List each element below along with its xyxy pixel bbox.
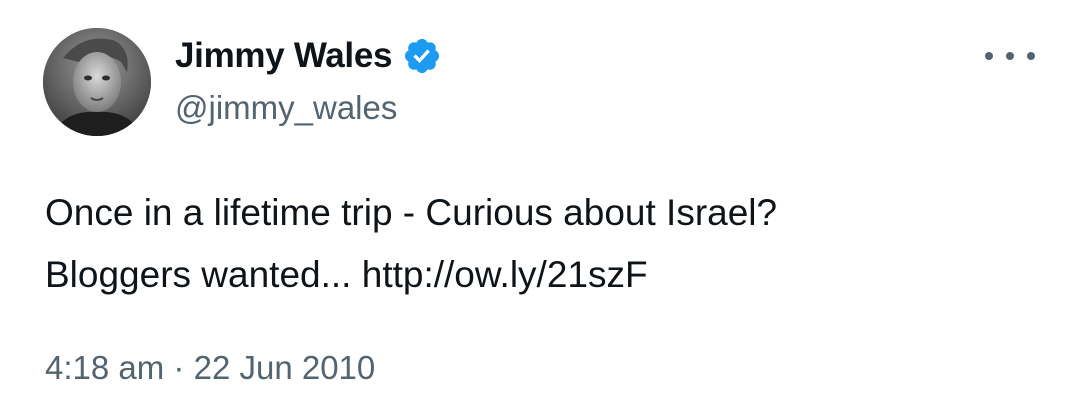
display-name[interactable]: Jimmy Wales [175, 34, 392, 78]
tweet-text-line-1: Once in a lifetime trip - Curious about … [45, 192, 778, 233]
tweet-time: 4:18 am [45, 349, 165, 386]
more-options-button[interactable] [985, 42, 1035, 70]
more-options-icon [985, 52, 993, 60]
profile-photo-icon [43, 28, 151, 136]
more-options-icon [1027, 52, 1035, 60]
tweet-text: Once in a lifetime trip - Curious about … [45, 182, 1045, 306]
avatar[interactable] [43, 28, 151, 136]
tweet-text-prefix: Bloggers wanted... [45, 254, 362, 295]
tweet-timestamp[interactable]: 4:18 am · 22 Jun 2010 [45, 346, 375, 390]
tweet-link[interactable]: http://ow.ly/21szF [362, 254, 648, 295]
more-options-icon [1006, 52, 1014, 60]
tweet-text-line-2: Bloggers wanted... http://ow.ly/21szF [45, 244, 1045, 306]
meta-separator: · [173, 349, 185, 386]
user-handle[interactable]: @jimmy_wales [175, 86, 397, 130]
author-header: Jimmy Wales [175, 34, 442, 78]
verified-badge-icon[interactable] [402, 36, 442, 76]
tweet-date: 22 Jun 2010 [193, 349, 376, 386]
